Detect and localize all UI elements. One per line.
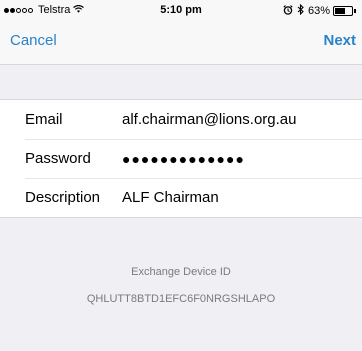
email-label: Email xyxy=(25,111,63,128)
alarm-icon xyxy=(283,4,293,18)
description-row: Description xyxy=(0,178,362,217)
screen: Telstra 5:10 pm 63% Cancel Next Email al… xyxy=(0,0,362,351)
password-label: Password xyxy=(25,150,91,167)
device-id-value: QHLUTT8BTD1EFC6F0NRGSHLAPO xyxy=(86,293,276,305)
password-field[interactable]: ●●●●●●●●●●●●● xyxy=(122,151,352,167)
cancel-button[interactable]: Cancel xyxy=(10,32,57,49)
next-button[interactable]: Next xyxy=(323,32,356,49)
battery-icon xyxy=(333,6,353,16)
email-row: Email xyxy=(0,100,362,139)
status-right: 63% xyxy=(283,3,356,18)
description-label: Description xyxy=(25,189,101,206)
navigation-bar: Cancel Next xyxy=(0,22,362,65)
device-id-title: Exchange Device ID xyxy=(131,266,231,278)
status-bar: Telstra 5:10 pm 63% xyxy=(0,0,362,22)
password-row: Password ●●●●●●●●●●●●● xyxy=(0,139,362,178)
account-form: Email Password ●●●●●●●●●●●●● Description xyxy=(0,99,362,218)
description-field[interactable] xyxy=(122,189,352,206)
email-field[interactable] xyxy=(122,111,352,128)
battery-percent: 63% xyxy=(307,5,330,17)
bluetooth-icon xyxy=(297,3,304,18)
